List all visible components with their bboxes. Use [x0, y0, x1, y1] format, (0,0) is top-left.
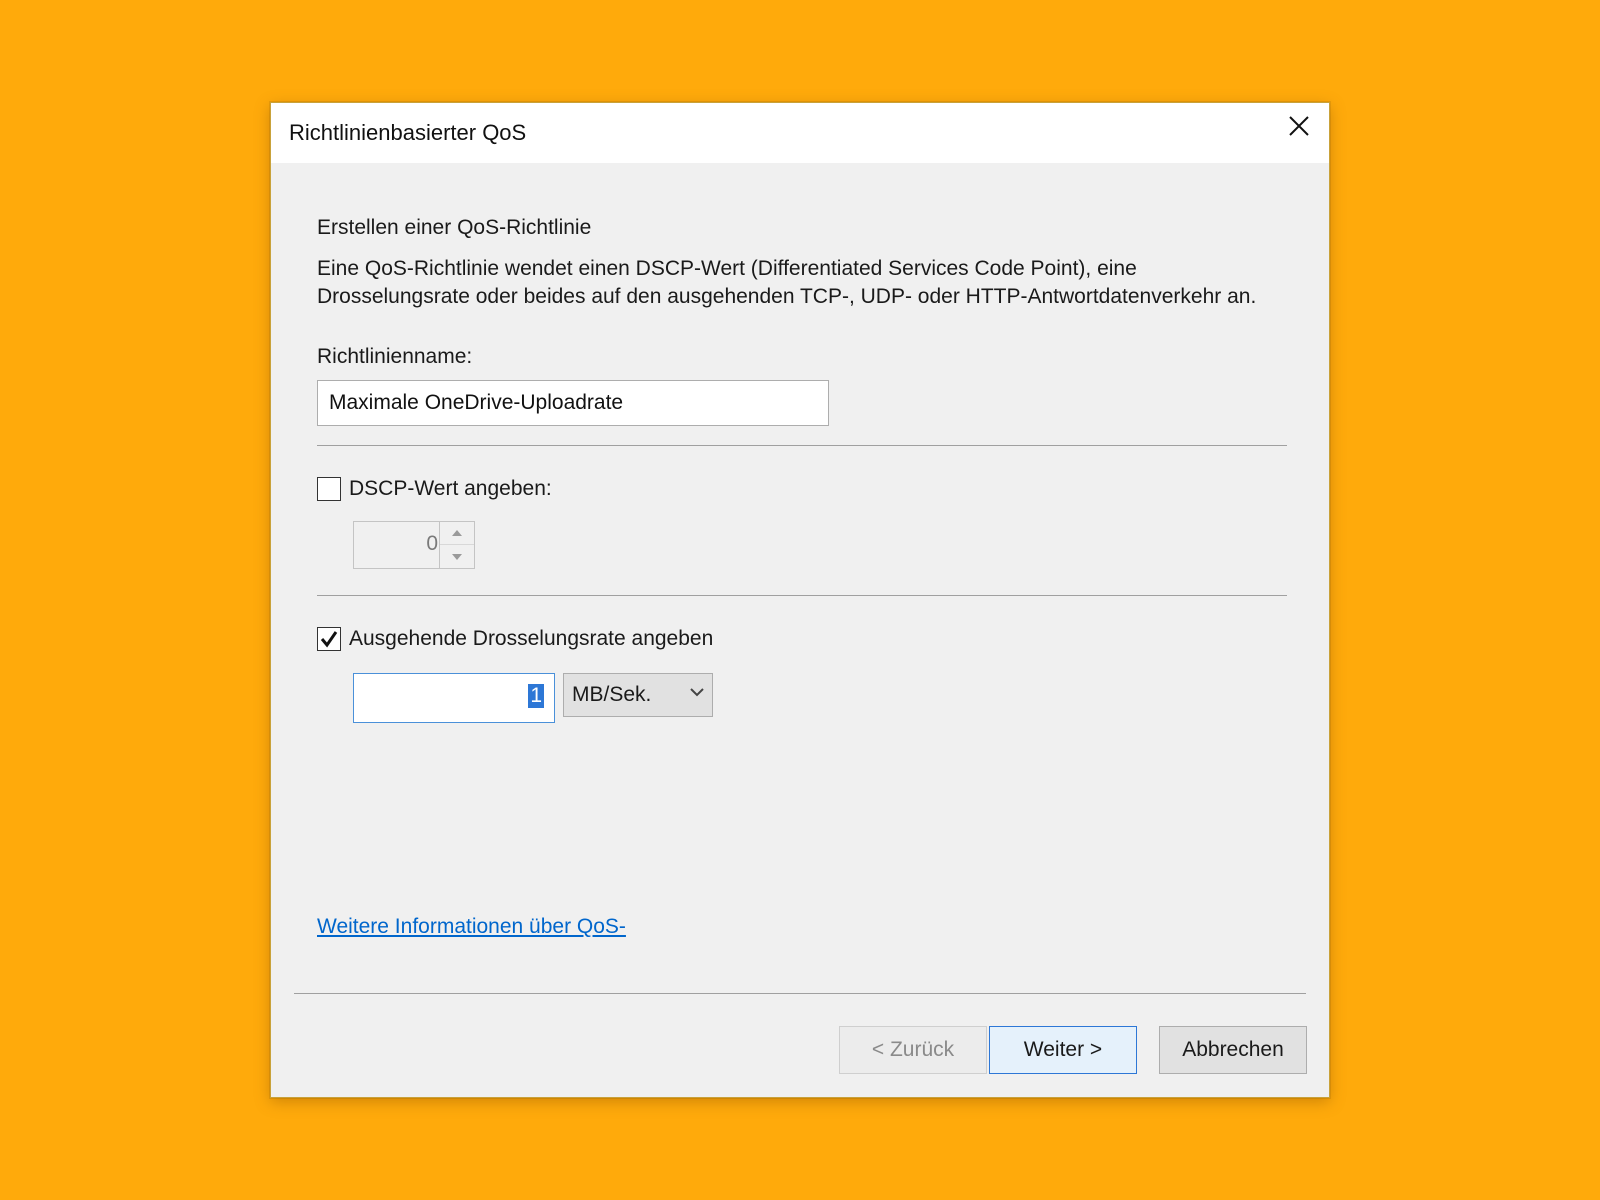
title-bar: Richtlinienbasierter QoS	[271, 103, 1329, 163]
dscp-value-spinner: 0	[353, 521, 475, 569]
next-button[interactable]: Weiter >	[989, 1026, 1137, 1074]
window-title: Richtlinienbasierter QoS	[289, 120, 527, 145]
separator	[317, 595, 1287, 596]
rate-unit-select[interactable]: MB/Sek.	[563, 673, 713, 717]
policy-name-label: Richtlinienname:	[317, 345, 473, 368]
arrow-up-icon	[452, 530, 462, 536]
rate-unit-value: MB/Sek.	[572, 683, 652, 706]
back-button[interactable]: < Zurück	[839, 1026, 987, 1074]
dscp-checkbox-row[interactable]: DSCP-Wert angeben:	[317, 477, 552, 501]
arrow-down-icon	[452, 553, 462, 560]
page-heading: Erstellen einer QoS-Richtlinie	[317, 216, 592, 239]
cancel-button[interactable]: Abbrechen	[1159, 1026, 1307, 1074]
throttle-checkbox-row[interactable]: Ausgehende Drosselungsrate angeben	[317, 627, 713, 651]
throttle-label: Ausgehende Drosselungsrate angeben	[349, 627, 714, 650]
throttle-checkbox[interactable]	[317, 627, 341, 651]
spinner-up-button	[440, 522, 474, 545]
spinner-arrows	[439, 522, 474, 568]
more-info-link[interactable]: Weitere Informationen über QoS-	[317, 915, 626, 939]
close-icon	[1289, 116, 1309, 136]
dscp-value: 0	[426, 532, 438, 555]
chevron-down-icon	[690, 688, 704, 697]
close-button[interactable]	[1269, 103, 1329, 149]
description-text: Eine QoS-Richtlinie wendet einen DSCP-We…	[317, 257, 1257, 308]
checkmark-icon	[320, 631, 338, 648]
footer-separator	[294, 993, 1306, 994]
separator	[317, 445, 1287, 446]
policy-name-input[interactable]	[317, 380, 829, 426]
dscp-checkbox[interactable]	[317, 477, 341, 501]
throttle-rate-input[interactable]: 1	[353, 673, 555, 723]
qos-dialog: Richtlinienbasierter QoS Erstellen einer…	[270, 102, 1330, 1098]
spinner-down-button	[440, 545, 474, 568]
dscp-label: DSCP-Wert angeben:	[349, 477, 552, 500]
throttle-rate-value: 1	[528, 684, 544, 708]
